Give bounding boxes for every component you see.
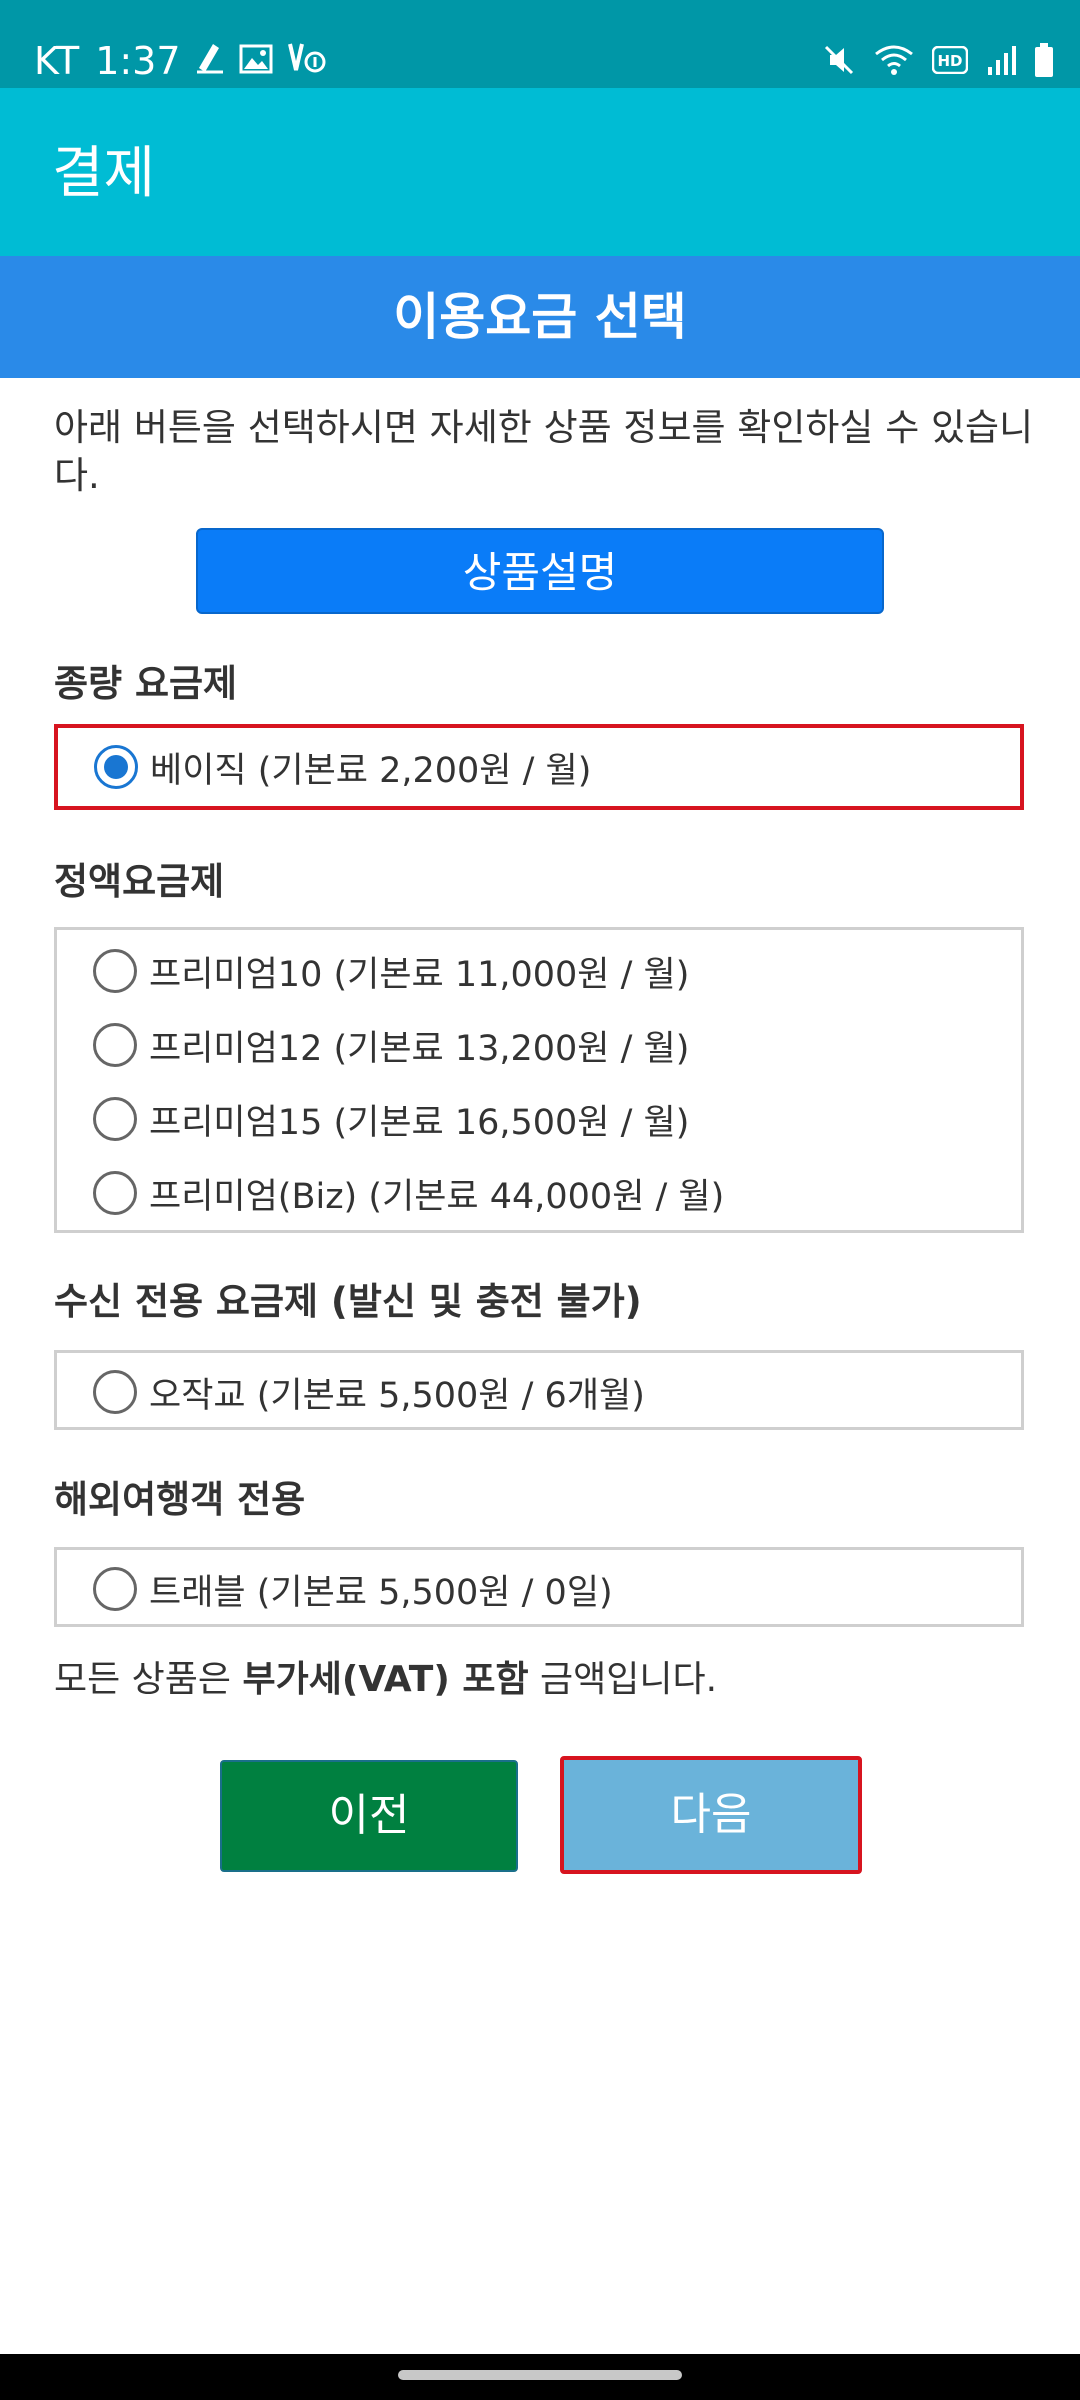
- plan-option-label: 프리미엄15 (기본료 16,500원 / 월): [149, 1102, 690, 1143]
- group-title-receive-only: 수신 전용 요금제 (발신 및 충전 불가): [54, 1280, 642, 1323]
- plan-box-metered: 베이직 (기본료 2,200원 / 월): [54, 724, 1024, 810]
- plan-option-label: 프리미엄12 (기본료 13,200원 / 월): [149, 1028, 690, 1069]
- radio-button[interactable]: [93, 1023, 137, 1067]
- battery-icon: [1034, 43, 1054, 81]
- next-button[interactable]: 다음: [560, 1756, 862, 1874]
- vat-note: 모든 상품은 부가세(VAT) 포함 금액입니다.: [54, 1656, 717, 1704]
- mute-icon: [822, 43, 856, 81]
- plan-box-travel: 트래블 (기본료 5,500원 / 0일): [54, 1547, 1024, 1627]
- image-icon: [239, 38, 273, 84]
- radio-button[interactable]: [93, 1370, 137, 1414]
- section-header: 이용요금 선택: [0, 256, 1080, 378]
- radio-button[interactable]: [93, 949, 137, 993]
- signal-icon: [986, 45, 1016, 79]
- status-bar: KT 1:37 HD: [0, 0, 1080, 88]
- group-title-travel: 해외여행객 전용: [54, 1478, 306, 1521]
- app-bar: 결제: [0, 88, 1080, 256]
- radio-button[interactable]: [93, 1171, 137, 1215]
- plan-option-basic[interactable]: 베이직 (기본료 2,200원 / 월): [58, 730, 1020, 804]
- plan-box-flat: 프리미엄10 (기본료 11,000원 / 월) 프리미엄12 (기본료 13,…: [54, 927, 1024, 1233]
- page-title: 결제: [52, 141, 156, 206]
- intro-text: 아래 버튼을 선택하시면 자세한 상품 정보를 확인하실 수 있습니다.: [54, 406, 1034, 497]
- wifi-icon: [874, 44, 914, 80]
- plan-option-label: 오작교 (기본료 5,500원 / 6개월): [149, 1375, 645, 1416]
- hd-icon: HD: [931, 45, 969, 78]
- navigation-bar: [0, 2354, 1080, 2400]
- plan-option-ojakgyo[interactable]: 오작교 (기본료 5,500원 / 6개월): [57, 1355, 1021, 1429]
- group-title-flat: 정액요금제: [54, 860, 225, 903]
- plan-option-premium10[interactable]: 프리미엄10 (기본료 11,000원 / 월): [57, 934, 1021, 1008]
- radio-button[interactable]: [93, 1567, 137, 1611]
- carrier-label: KT: [34, 39, 80, 83]
- plan-option-label: 프리미엄(Biz) (기본료 44,000원 / 월): [149, 1176, 725, 1217]
- time-label: 1:37: [95, 39, 181, 83]
- phone-update-icon: [287, 38, 327, 84]
- plan-option-premium15[interactable]: 프리미엄15 (기본료 16,500원 / 월): [57, 1082, 1021, 1156]
- group-title-metered: 종량 요금제: [54, 662, 238, 705]
- plan-option-label: 트래블 (기본료 5,500원 / 0일): [149, 1572, 613, 1613]
- vat-note-suffix: 금액입니다.: [528, 1659, 718, 1700]
- plan-option-label: 프리미엄10 (기본료 11,000원 / 월): [149, 954, 690, 995]
- svg-text:HD: HD: [937, 52, 962, 70]
- home-gesture-handle[interactable]: [398, 2370, 682, 2380]
- vat-note-bold: 부가세(VAT) 포함: [242, 1659, 529, 1700]
- plan-option-premium12[interactable]: 프리미엄12 (기본료 13,200원 / 월): [57, 1008, 1021, 1082]
- radio-button-checked[interactable]: [94, 745, 138, 789]
- previous-button[interactable]: 이전: [220, 1760, 518, 1872]
- vat-note-prefix: 모든 상품은: [54, 1659, 243, 1700]
- plan-option-label: 베이직 (기본료 2,200원 / 월): [150, 750, 592, 791]
- plan-option-premium-biz[interactable]: 프리미엄(Biz) (기본료 44,000원 / 월): [57, 1156, 1021, 1230]
- product-description-button[interactable]: 상품설명: [196, 528, 884, 614]
- plan-box-receive-only: 오작교 (기본료 5,500원 / 6개월): [54, 1350, 1024, 1430]
- plan-option-travel[interactable]: 트래블 (기본료 5,500원 / 0일): [57, 1552, 1021, 1626]
- radio-button[interactable]: [93, 1097, 137, 1141]
- signature-icon: [195, 38, 225, 84]
